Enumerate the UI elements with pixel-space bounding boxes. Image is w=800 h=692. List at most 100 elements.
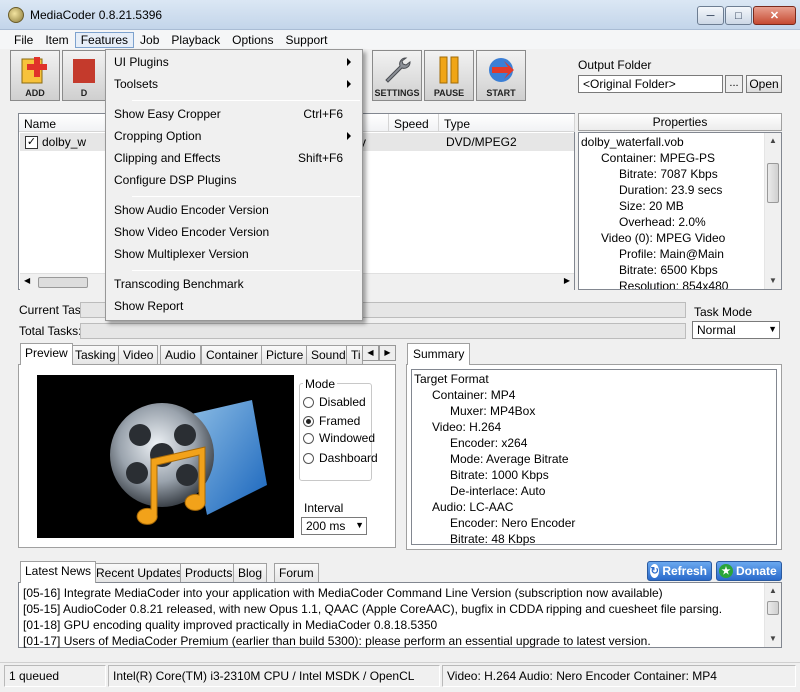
tree-item[interactable]: Container: MPEG-PS: [601, 151, 715, 165]
mode-framed-radio[interactable]: Framed: [303, 414, 360, 428]
tree-item[interactable]: Duration: 23.9 secs: [619, 183, 722, 197]
menu-item-show-multiplexer-version[interactable]: Show Multiplexer Version: [107, 244, 361, 266]
vscroll-thumb[interactable]: [767, 163, 779, 203]
tree-item[interactable]: Size: 20 MB: [619, 199, 684, 213]
scroll-down-icon[interactable]: ▼: [765, 631, 781, 647]
tree-item[interactable]: Bitrate: 48 Kbps: [450, 532, 535, 546]
menu-features[interactable]: Features: [74, 31, 135, 48]
vscroll-thumb[interactable]: [767, 601, 779, 615]
news-item[interactable]: [05-16] Integrate MediaCoder into your a…: [23, 586, 663, 600]
menu-item-show-video-encoder-version[interactable]: Show Video Encoder Version: [107, 222, 361, 244]
tab-summary[interactable]: Summary: [407, 343, 471, 365]
summary-tree[interactable]: Target Format Container: MP4 Muxer: MP4B…: [411, 369, 777, 546]
tree-item[interactable]: Video: H.264: [432, 420, 501, 434]
tree-item[interactable]: Encoder: Nero Encoder: [450, 516, 575, 530]
news-vscrollbar[interactable]: ▲ ▼: [764, 583, 781, 647]
tree-item[interactable]: Bitrate: 1000 Kbps: [450, 468, 549, 482]
tab-video[interactable]: Video: [118, 345, 159, 364]
menu-item-show-report[interactable]: Show Report: [107, 296, 361, 318]
tree-item[interactable]: Mode: Average Bitrate: [450, 452, 569, 466]
hscroll-thumb[interactable]: [38, 277, 88, 288]
tab-sound[interactable]: Sound: [306, 345, 351, 364]
menu-file[interactable]: File: [8, 32, 39, 48]
tab-container[interactable]: Container: [201, 345, 264, 364]
scroll-left-icon[interactable]: ◀: [24, 276, 30, 285]
mode-disabled-radio[interactable]: Disabled: [303, 395, 366, 409]
refresh-button[interactable]: ↻ Refresh: [647, 561, 712, 581]
tab-tasking[interactable]: Tasking: [70, 345, 121, 364]
start-button[interactable]: START: [476, 50, 526, 101]
menu-job[interactable]: Job: [134, 32, 165, 48]
tree-item[interactable]: Overhead: 2.0%: [619, 215, 706, 229]
tab-products[interactable]: Products: [180, 563, 238, 582]
column-type[interactable]: Type: [439, 114, 575, 132]
news-item[interactable]: [05-15] AudioCoder 0.8.21 released, with…: [23, 602, 722, 616]
properties-vscrollbar[interactable]: ▲ ▼: [764, 133, 781, 289]
menu-playback[interactable]: Playback: [165, 32, 226, 48]
tree-item[interactable]: De-interlace: Auto: [450, 484, 545, 498]
menu-item-configure-dsp-plugins[interactable]: Configure DSP Plugins: [107, 170, 361, 192]
tab-scroll-right-icon[interactable]: ▶: [379, 345, 396, 361]
tree-item[interactable]: Resolution: 854x480: [619, 279, 728, 289]
scroll-up-icon[interactable]: ▲: [765, 583, 781, 599]
tree-item[interactable]: Muxer: MP4Box: [450, 404, 535, 418]
browse-button[interactable]: ...: [725, 75, 743, 93]
menu-item-cropping-option[interactable]: Cropping Option: [107, 126, 361, 148]
tree-item[interactable]: Video (0): MPEG Video: [601, 231, 725, 245]
mode-windowed-radio[interactable]: Windowed: [303, 431, 375, 445]
task-mode-select[interactable]: Normal ▼: [692, 321, 780, 339]
menu-item-show-easy-cropper[interactable]: Show Easy Cropper Ctrl+F6: [107, 104, 361, 126]
tab-audio[interactable]: Audio: [160, 345, 201, 364]
news-item[interactable]: [01-18] GPU encoding quality improved pr…: [23, 618, 437, 632]
close-icon: ✕: [769, 10, 780, 22]
tree-item[interactable]: Profile: Main@Main: [619, 247, 724, 261]
mode-dashboard-radio[interactable]: Dashboard: [303, 451, 378, 465]
interval-select[interactable]: 200 ms ▼: [301, 517, 367, 535]
tab-preview[interactable]: Preview: [20, 343, 73, 365]
output-folder-input[interactable]: <Original Folder>: [578, 75, 723, 93]
column-speed[interactable]: Speed: [389, 114, 439, 132]
menu-support[interactable]: Support: [279, 32, 333, 48]
pause-button[interactable]: PAUSE: [424, 50, 474, 101]
scroll-up-icon[interactable]: ▲: [765, 133, 781, 149]
minimize-button[interactable]: ─: [697, 6, 724, 25]
file-checkbox[interactable]: ✓: [25, 136, 38, 149]
news-item[interactable]: [01-17] Users of MediaCoder Premium (ear…: [23, 634, 651, 648]
scroll-right-icon[interactable]: ▶: [564, 276, 570, 285]
tab-scroll-left-icon[interactable]: ◀: [362, 345, 379, 361]
tab-picture[interactable]: Picture: [261, 345, 309, 364]
tab-recent-updates[interactable]: Recent Updates: [91, 563, 188, 582]
scroll-down-icon[interactable]: ▼: [765, 273, 781, 289]
tab-forum[interactable]: Forum: [274, 563, 319, 582]
tab-ti[interactable]: Ti: [346, 345, 363, 364]
menu-item-label: Show Easy Cropper: [114, 107, 221, 121]
menu-item[interactable]: Item: [39, 32, 74, 48]
open-button[interactable]: Open: [746, 75, 782, 93]
close-button[interactable]: ✕: [753, 6, 796, 25]
menu-item-transcoding-benchmark[interactable]: Transcoding Benchmark: [107, 274, 361, 296]
toolbar-button-d[interactable]: D: [62, 50, 106, 101]
tab-blog[interactable]: Blog: [233, 563, 268, 582]
menu-item-clipping-and-effects[interactable]: Clipping and Effects Shift+F6: [107, 148, 361, 170]
tree-item[interactable]: Bitrate: 7087 Kbps: [619, 167, 718, 181]
menu-options[interactable]: Options: [226, 32, 279, 48]
file-type: DVD/MPEG2: [446, 135, 517, 149]
tree-item[interactable]: Target Format: [414, 372, 489, 386]
tree-item[interactable]: Audio: LC-AAC: [432, 500, 513, 514]
radio-label: Framed: [319, 414, 361, 428]
menu-item-toolsets[interactable]: Toolsets: [107, 74, 361, 96]
tab-latest-news[interactable]: Latest News: [20, 561, 97, 583]
file-name: dolby_w: [42, 135, 87, 149]
add-button[interactable]: ADD: [10, 50, 60, 101]
tree-item[interactable]: Bitrate: 6500 Kbps: [619, 263, 718, 277]
tree-item[interactable]: Encoder: x264: [450, 436, 527, 450]
task-mode-label: Task Mode: [694, 305, 753, 319]
tree-item[interactable]: dolby_waterfall.vob: [581, 135, 684, 149]
menu-item-ui-plugins[interactable]: UI Plugins: [107, 52, 361, 74]
maximize-button[interactable]: □: [725, 6, 752, 25]
donate-button[interactable]: ★ Donate: [716, 561, 782, 581]
properties-tree[interactable]: dolby_waterfall.vob Container: MPEG-PS B…: [578, 132, 782, 290]
settings-button[interactable]: SETTINGS: [372, 50, 422, 101]
tree-item[interactable]: Container: MP4: [432, 388, 515, 402]
menu-item-show-audio-encoder-version[interactable]: Show Audio Encoder Version: [107, 200, 361, 222]
